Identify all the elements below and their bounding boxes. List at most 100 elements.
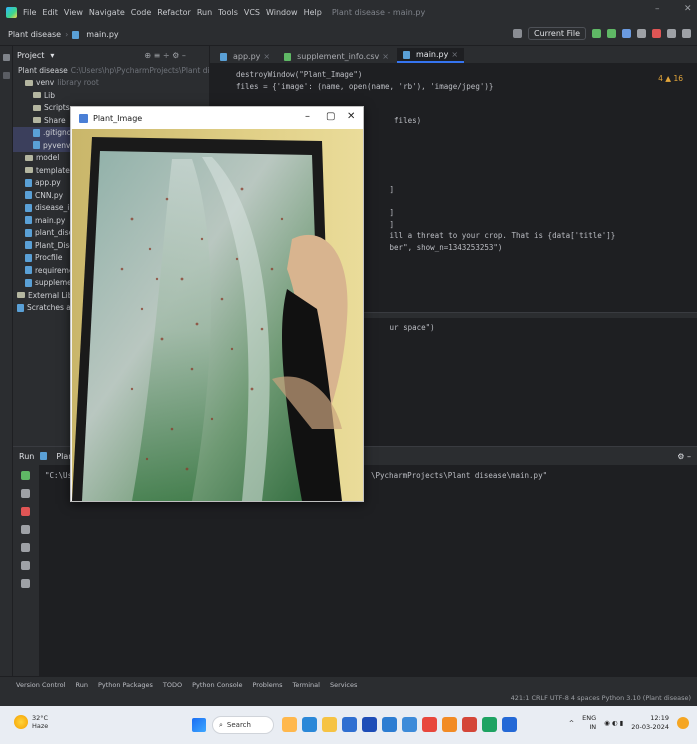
tree-item-label: CNN.py bbox=[35, 190, 64, 200]
widgets-icon[interactable] bbox=[282, 717, 297, 732]
file-icon bbox=[33, 128, 40, 137]
tool-todo[interactable]: TODO bbox=[163, 681, 182, 689]
close-window-icon[interactable]: ✕ bbox=[684, 4, 692, 14]
breadcrumb-separator: › bbox=[65, 30, 69, 39]
user-icon[interactable] bbox=[513, 29, 523, 38]
windows-start-icon[interactable] bbox=[192, 718, 206, 732]
inspection-widget[interactable]: 4 ▲ 16 bbox=[658, 74, 683, 83]
folder-icon bbox=[17, 292, 25, 299]
run-command-right: \PycharmProjects\Plant disease\main.py" bbox=[371, 471, 548, 480]
menu-run[interactable]: Run bbox=[197, 8, 212, 17]
tool-python-console[interactable]: Python Console bbox=[192, 681, 242, 689]
panel-actions-icon[interactable]: ⊕ ≡ ÷ ⚙ – bbox=[144, 51, 185, 60]
weather-widget[interactable]: 32°C Haze bbox=[14, 714, 48, 730]
close-tab-icon[interactable]: × bbox=[382, 52, 389, 61]
tree-item[interactable]: Lib bbox=[13, 89, 209, 102]
tree-item[interactable]: venv library root bbox=[13, 77, 209, 90]
plant-image-window[interactable]: Plant_Image – ▢ ✕ bbox=[70, 106, 364, 502]
menu-bar: File Edit View Navigate Code Refactor Ru… bbox=[0, 0, 697, 24]
time: 12:19 bbox=[650, 714, 669, 722]
file-explorer-icon[interactable] bbox=[322, 717, 337, 732]
print-icon[interactable] bbox=[21, 543, 30, 552]
run-config-select[interactable]: Current File bbox=[528, 27, 586, 40]
breadcrumb-project[interactable]: Plant disease bbox=[8, 30, 61, 39]
tree-item-label: app.py bbox=[35, 178, 61, 188]
trash-icon[interactable] bbox=[21, 579, 30, 588]
minimize-icon[interactable]: – bbox=[655, 4, 660, 14]
menu-window[interactable]: Window bbox=[266, 8, 298, 17]
project-tool-icon[interactable] bbox=[3, 54, 10, 61]
menu-edit[interactable]: Edit bbox=[42, 8, 58, 17]
tab-label: main.py bbox=[416, 50, 449, 59]
popup-maximize-icon[interactable]: ▢ bbox=[326, 111, 335, 122]
tool-terminal[interactable]: Terminal bbox=[292, 681, 319, 689]
menu-view[interactable]: View bbox=[64, 8, 83, 17]
popup-close-icon[interactable]: ✕ bbox=[347, 111, 355, 122]
popup-title-bar[interactable]: Plant_Image bbox=[71, 107, 363, 129]
tool-run[interactable]: Run bbox=[75, 681, 87, 689]
tree-item[interactable]: Plant disease C:\Users\hp\PycharmProjects… bbox=[13, 64, 209, 77]
scroll-up-icon[interactable] bbox=[21, 489, 30, 498]
more-actions-icon[interactable] bbox=[637, 29, 646, 38]
chevron-up-icon[interactable]: ^ bbox=[569, 719, 574, 727]
tree-item-path: C:\Users\hp\PycharmProjects\Plant diseas… bbox=[70, 65, 209, 75]
soft-wrap-icon[interactable] bbox=[21, 525, 30, 534]
language-indicator[interactable]: ENG IN bbox=[582, 714, 596, 732]
camera-frame-image bbox=[72, 129, 363, 501]
menu-refactor[interactable]: Refactor bbox=[157, 8, 191, 17]
rerun-icon[interactable] bbox=[21, 471, 30, 480]
chrome-icon[interactable] bbox=[442, 717, 457, 732]
mail-icon[interactable] bbox=[422, 717, 437, 732]
weather-desc: Haze bbox=[32, 722, 49, 730]
firefox-icon[interactable] bbox=[462, 717, 477, 732]
panel-options-icon[interactable]: ⚙ – bbox=[677, 452, 691, 461]
popup-title: Plant_Image bbox=[93, 113, 143, 123]
settings-icon[interactable] bbox=[682, 29, 691, 38]
taskbar-search[interactable]: ⌕ Search bbox=[212, 716, 274, 734]
popup-minimize-icon[interactable]: – bbox=[305, 111, 310, 122]
close-tab-icon[interactable]: × bbox=[263, 52, 270, 61]
pin-icon[interactable] bbox=[21, 561, 30, 570]
stop-icon[interactable] bbox=[652, 29, 661, 38]
wifi-volume-battery-icon[interactable]: ◉ ◐ ▮ bbox=[604, 719, 623, 727]
coverage-icon[interactable] bbox=[622, 29, 631, 38]
tool-services[interactable]: Services bbox=[330, 681, 357, 689]
tool-python-packages[interactable]: Python Packages bbox=[98, 681, 153, 689]
menu-vcs[interactable]: VCS bbox=[244, 8, 260, 17]
opencv-window-icon[interactable] bbox=[502, 717, 517, 732]
structure-tool-icon[interactable] bbox=[3, 72, 10, 79]
tool-version-control[interactable]: Version Control bbox=[16, 681, 65, 689]
menu-help[interactable]: Help bbox=[304, 8, 322, 17]
tab-app-py[interactable]: app.py × bbox=[214, 50, 276, 63]
search-icon: ⌕ bbox=[219, 720, 223, 729]
store-icon[interactable] bbox=[362, 717, 377, 732]
clock[interactable]: 12:19 20-03-2024 bbox=[631, 714, 669, 732]
tool-problems[interactable]: Problems bbox=[253, 681, 283, 689]
task-view-icon[interactable] bbox=[302, 717, 317, 732]
debug-icon[interactable] bbox=[607, 29, 616, 38]
status-info[interactable]: 421:1 CRLF UTF-8 4 spaces Python 3.10 (P… bbox=[511, 694, 691, 702]
window-app-icon bbox=[79, 113, 88, 123]
project-panel-title[interactable]: Project bbox=[17, 51, 44, 60]
teams-icon[interactable] bbox=[402, 717, 417, 732]
file-icon bbox=[25, 278, 32, 287]
tab-supplement-csv[interactable]: supplement_info.csv × bbox=[278, 50, 395, 63]
word-icon[interactable] bbox=[382, 717, 397, 732]
pycharm-taskbar-icon[interactable] bbox=[482, 717, 497, 732]
edge-icon[interactable] bbox=[342, 717, 357, 732]
notification-icon[interactable] bbox=[677, 717, 689, 729]
breadcrumb-file[interactable]: main.py bbox=[86, 30, 118, 39]
tab-main-py[interactable]: main.py × bbox=[397, 48, 465, 63]
sun-icon bbox=[14, 715, 28, 729]
menu-navigate[interactable]: Navigate bbox=[89, 8, 125, 17]
stop-icon[interactable] bbox=[21, 507, 30, 516]
menu-file[interactable]: File bbox=[23, 8, 36, 17]
menu-code[interactable]: Code bbox=[131, 8, 151, 17]
chevron-down-icon[interactable]: ▾ bbox=[50, 51, 54, 60]
project-header: Project ▾ ⊕ ≡ ÷ ⚙ – bbox=[13, 46, 209, 64]
search-icon[interactable] bbox=[667, 29, 676, 38]
close-tab-icon[interactable]: × bbox=[451, 50, 458, 59]
menu-tools[interactable]: Tools bbox=[218, 8, 238, 17]
run-icon[interactable] bbox=[592, 29, 601, 38]
run-tab-label[interactable]: Run bbox=[19, 452, 34, 461]
